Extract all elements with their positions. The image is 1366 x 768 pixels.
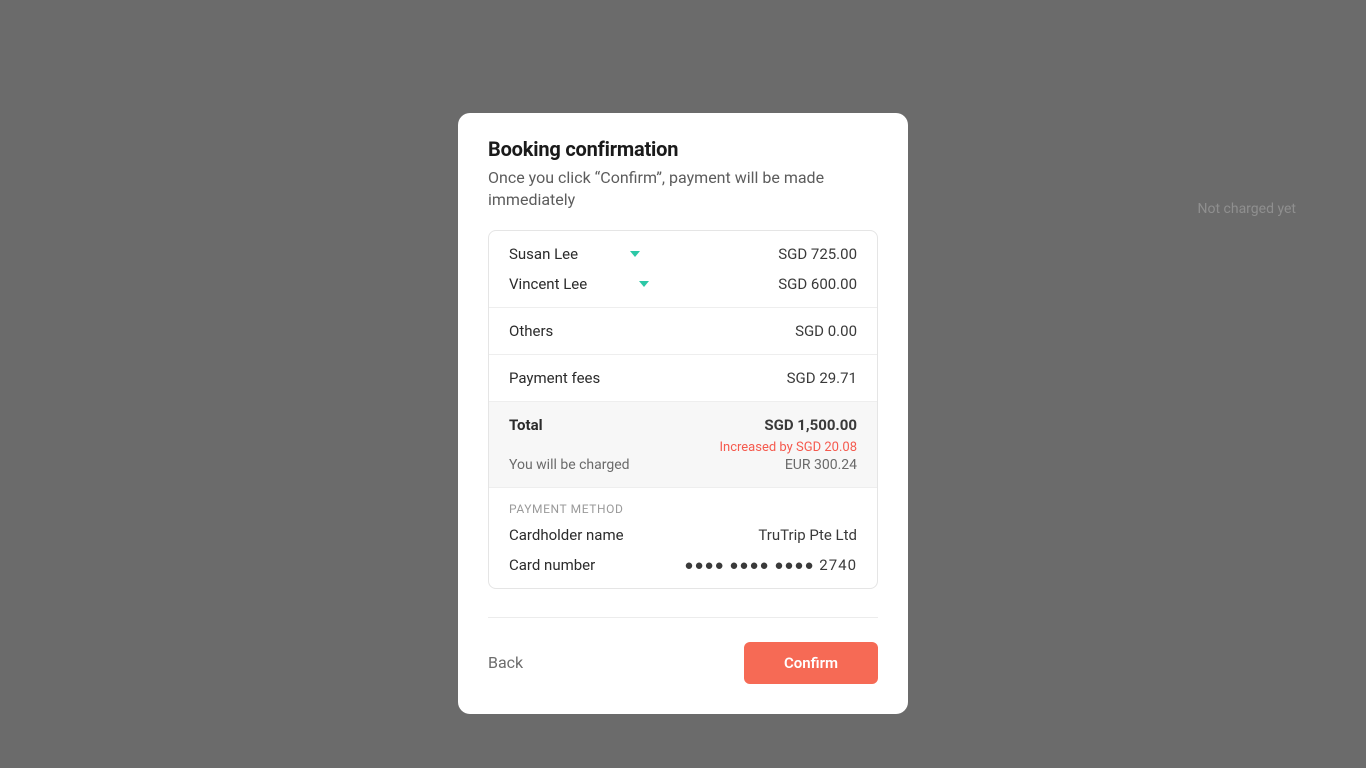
traveller-row[interactable]: Susan Lee SGD 725.00 xyxy=(509,245,857,263)
traveller-name: Vincent Lee xyxy=(509,275,587,293)
modal-subtitle: Once you click “Confirm”, payment will b… xyxy=(488,167,878,212)
cardholder-value: TruTrip Pte Ltd xyxy=(758,526,857,544)
travellers-section: Susan Lee SGD 725.00 Vincent Lee SGD 600… xyxy=(489,231,877,308)
others-section: Others SGD 0.00 xyxy=(489,308,877,355)
cardnumber-value: ●●●● ●●●● ●●●● 2740 xyxy=(684,556,857,574)
others-label: Others xyxy=(509,322,553,340)
traveller-amount: SGD 600.00 xyxy=(778,275,857,293)
confirm-button[interactable]: Confirm xyxy=(744,642,878,684)
charged-amount: EUR 300.24 xyxy=(785,457,857,473)
traveller-row[interactable]: Vincent Lee SGD 600.00 xyxy=(509,275,857,293)
charged-label: You will be charged xyxy=(509,457,630,473)
chevron-down-icon xyxy=(630,251,640,257)
price-summary-card: Susan Lee SGD 725.00 Vincent Lee SGD 600… xyxy=(488,230,878,589)
fees-amount: SGD 29.71 xyxy=(787,369,857,387)
cardholder-label: Cardholder name xyxy=(509,526,624,544)
fees-section: Payment fees SGD 29.71 xyxy=(489,355,877,402)
fees-label: Payment fees xyxy=(509,369,600,387)
modal-footer: Back Confirm xyxy=(488,617,878,684)
payment-method-header: PAYMENT METHOD xyxy=(509,502,857,516)
cardnumber-label: Card number xyxy=(509,556,595,574)
total-section: Total SGD 1,500.00 Increased by SGD 20.0… xyxy=(489,402,877,488)
others-amount: SGD 0.00 xyxy=(795,322,857,340)
background-status-text: Not charged yet xyxy=(1198,201,1297,217)
modal-title: Booking confirmation xyxy=(488,137,878,161)
back-button[interactable]: Back xyxy=(488,645,523,680)
total-amount: SGD 1,500.00 xyxy=(764,416,857,434)
booking-confirmation-modal: Booking confirmation Once you click “Con… xyxy=(458,113,908,714)
traveller-amount: SGD 725.00 xyxy=(778,245,857,263)
total-label: Total xyxy=(509,416,543,434)
traveller-name: Susan Lee xyxy=(509,245,578,263)
price-increase-notice: Increased by SGD 20.08 xyxy=(509,440,857,455)
payment-method-section: PAYMENT METHOD Cardholder name TruTrip P… xyxy=(489,488,877,588)
chevron-down-icon xyxy=(639,281,649,287)
